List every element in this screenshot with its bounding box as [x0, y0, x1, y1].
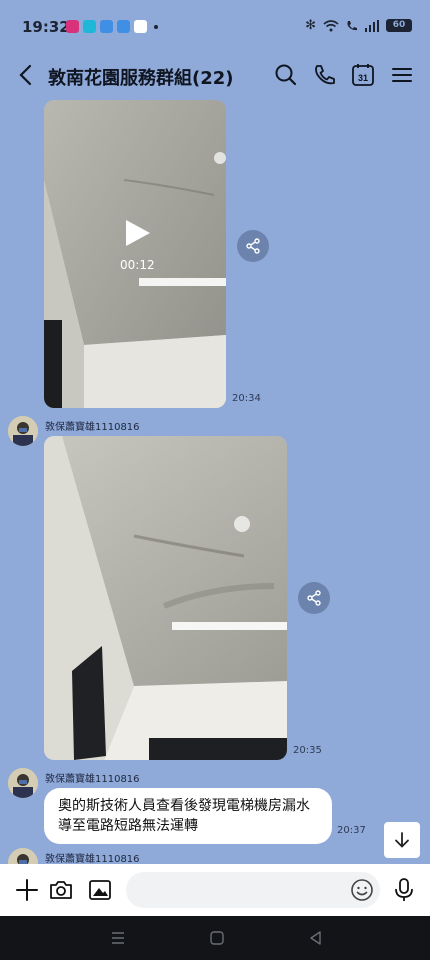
emoji-icon[interactable] — [349, 877, 375, 903]
notification-app-icon — [117, 20, 130, 33]
camera-icon[interactable] — [48, 877, 74, 903]
message-input-bar — [0, 864, 430, 916]
share-button[interactable] — [237, 230, 269, 262]
message-time: 20:34 — [232, 393, 261, 404]
image-icon[interactable] — [87, 877, 113, 903]
home-icon[interactable] — [207, 928, 227, 948]
call-signal-icon — [347, 20, 357, 30]
battery-icon: 60 — [386, 19, 412, 32]
back-icon[interactable] — [14, 62, 40, 88]
video-thumbnail — [44, 100, 226, 408]
share-icon — [307, 590, 321, 606]
image-message[interactable] — [44, 436, 287, 760]
play-icon[interactable] — [122, 218, 152, 248]
notification-app-icon — [100, 20, 113, 33]
arrow-down-icon — [395, 832, 409, 848]
avatar[interactable] — [8, 416, 38, 446]
share-button[interactable] — [298, 582, 330, 614]
svg-text:31: 31 — [358, 73, 368, 83]
menu-icon[interactable] — [389, 62, 415, 88]
chat-message-list[interactable]: 00:12 20:34 敦保蕭寶雄1110816 20:35 敦保蕭寶雄1110… — [0, 100, 430, 866]
mic-icon[interactable] — [391, 877, 417, 903]
sender-name: 敦保蕭寶雄1110816 — [45, 774, 140, 785]
message-time: 20:37 — [337, 825, 366, 836]
cell-signal-icon — [365, 19, 379, 32]
photo-thumbnail — [44, 436, 287, 760]
bluetooth-icon: ✻ — [305, 18, 316, 33]
calendar-icon[interactable]: 31 — [350, 62, 376, 88]
message-input[interactable] — [126, 872, 380, 908]
scroll-to-bottom-button[interactable] — [384, 822, 420, 858]
plus-icon[interactable] — [14, 877, 40, 903]
status-indicators: ✻ 60 — [305, 18, 412, 33]
notification-app-icon — [83, 20, 96, 33]
phone-icon[interactable] — [312, 62, 338, 88]
sender-name: 敦保蕭寶雄1110816 — [45, 854, 140, 865]
search-icon[interactable] — [273, 62, 299, 88]
message-text: 奧的斯技術人員查看後發現電梯機房漏水導至電路短路無法運轉 — [58, 798, 310, 834]
sender-name: 敦保蕭寶雄1110816 — [45, 422, 140, 433]
avatar[interactable] — [8, 768, 38, 798]
back-nav-icon[interactable] — [306, 928, 326, 948]
status-bar: 19:32 ✻ 60 — [0, 0, 430, 52]
notification-app-icon — [66, 20, 79, 33]
text-message-bubble[interactable]: 奧的斯技術人員查看後發現電梯機房漏水導至電路短路無法運轉 — [44, 788, 332, 844]
status-time: 19:32 — [22, 18, 70, 36]
wifi-icon — [323, 19, 339, 31]
video-duration: 00:12 — [120, 258, 155, 272]
system-navigation-bar — [0, 916, 430, 960]
chat-title: 敦南花園服務群組(22) — [48, 68, 234, 89]
chat-header: 敦南花園服務群組(22) 31 — [0, 52, 430, 100]
recent-apps-icon[interactable] — [108, 928, 128, 948]
message-time: 20:35 — [293, 745, 322, 756]
notification-app-icon — [134, 20, 147, 33]
more-notifications-dot — [154, 24, 158, 29]
share-icon — [246, 238, 260, 254]
status-app-icons — [66, 20, 158, 33]
video-message[interactable]: 00:12 — [44, 100, 226, 408]
